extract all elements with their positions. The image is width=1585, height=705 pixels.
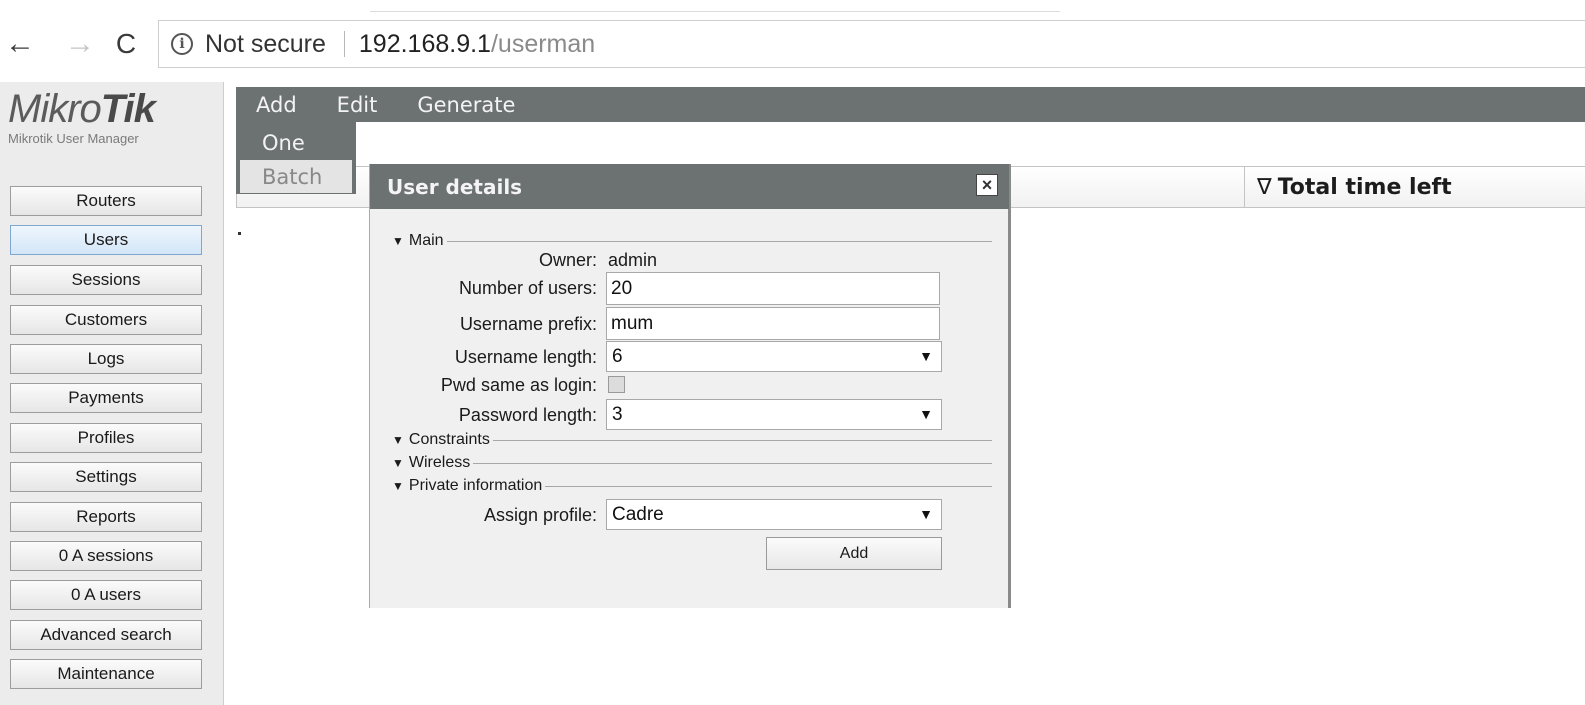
triangle-down-icon: ▼: [392, 234, 404, 248]
password-length-value: 3: [612, 403, 623, 425]
menu-edit[interactable]: Edit: [317, 87, 398, 122]
assign-profile-select[interactable]: Cadre ▼: [606, 499, 942, 530]
pwd-same-as-login-label: Pwd same as login:: [440, 375, 597, 395]
number-of-users-input[interactable]: 20: [606, 272, 940, 305]
owner-label: Owner:: [538, 250, 597, 270]
dropdown-item-one[interactable]: One: [240, 126, 352, 159]
section-constraints[interactable]: ▼ Constraints: [392, 431, 992, 449]
logo-bold-text: Tik: [100, 87, 156, 131]
sidebar-item-reports[interactable]: Reports: [10, 502, 202, 532]
section-rule: [545, 485, 992, 487]
reload-icon[interactable]: C: [108, 26, 144, 62]
sidebar-item-payments[interactable]: Payments: [10, 383, 202, 413]
sidebar: MikroTik Mikrotik User Manager Routers U…: [0, 82, 224, 705]
menu-add[interactable]: Add: [236, 87, 317, 122]
password-length-select[interactable]: 3 ▼: [606, 399, 942, 430]
dropdown-arrow-icon: ▼: [919, 406, 933, 422]
dropdown-arrow-icon: ▼: [919, 506, 933, 522]
username-prefix-input[interactable]: mum: [606, 307, 940, 340]
section-private-information[interactable]: ▼ Private information: [392, 477, 992, 495]
sidebar-item-active-sessions[interactable]: 0 A sessions: [10, 541, 202, 571]
pwd-same-as-login-checkbox[interactable]: [608, 376, 625, 393]
username-length-value: 6: [612, 345, 623, 367]
assign-profile-label: Assign profile:: [483, 505, 597, 525]
triangle-down-icon: ▼: [392, 479, 404, 493]
owner-value: admin: [608, 250, 658, 270]
user-details-dialog: User details × ▼ Main Owner: admin Numbe…: [369, 164, 1011, 608]
dialog-title: User details: [370, 164, 1009, 209]
address-bar[interactable]: i Not secure 192.168.9.1 /userman: [158, 20, 1585, 68]
section-wireless[interactable]: ▼ Wireless: [392, 454, 992, 472]
back-arrow-icon[interactable]: ←: [2, 26, 38, 62]
forward-arrow-icon[interactable]: →: [62, 26, 98, 62]
section-constraints-label: Constraints: [408, 431, 490, 448]
sidebar-item-profiles[interactable]: Profiles: [10, 423, 202, 453]
table-marker: [238, 232, 241, 235]
section-main-label: Main: [408, 232, 444, 249]
username-length-select[interactable]: 6 ▼: [606, 341, 942, 372]
sidebar-item-users[interactable]: Users: [10, 225, 202, 255]
browser-toolbar: ← → C i Not secure 192.168.9.1 /userman: [0, 0, 1585, 82]
number-of-users-label: Number of users:: [458, 278, 597, 298]
dropdown-arrow-icon: ▼: [919, 348, 933, 364]
add-button[interactable]: Add: [766, 537, 942, 570]
assign-profile-value: Cadre: [612, 503, 664, 525]
section-rule: [492, 439, 992, 441]
sidebar-item-sessions[interactable]: Sessions: [10, 265, 202, 295]
sidebar-item-settings[interactable]: Settings: [10, 462, 202, 492]
password-length-label: Password length:: [458, 405, 597, 425]
section-rule: [446, 240, 992, 242]
section-private-information-label: Private information: [408, 477, 543, 494]
sidebar-item-routers[interactable]: Routers: [10, 186, 202, 216]
sort-triangle-icon: ∇: [1257, 174, 1272, 200]
triangle-down-icon: ▼: [392, 456, 404, 470]
sidebar-item-advanced-search[interactable]: Advanced search: [10, 620, 202, 650]
menubar: Add Edit Generate: [236, 87, 1585, 122]
sidebar-item-logs[interactable]: Logs: [10, 344, 202, 374]
menu-generate[interactable]: Generate: [397, 87, 535, 122]
tab-strip-edge: [370, 0, 1060, 12]
section-rule: [473, 462, 992, 464]
url-path: /userman: [490, 29, 596, 58]
section-main[interactable]: ▼ Main: [392, 232, 992, 250]
sidebar-item-maintenance[interactable]: Maintenance: [10, 659, 202, 689]
column-header-total-time-left[interactable]: ∇ Total time left: [1244, 167, 1585, 207]
security-label: Not secure: [205, 29, 326, 58]
close-icon[interactable]: ×: [976, 174, 998, 196]
username-length-label: Username length:: [454, 347, 597, 367]
sidebar-item-active-users[interactable]: 0 A users: [10, 580, 202, 610]
add-dropdown-menu: One Batch: [236, 122, 356, 194]
triangle-down-icon: ▼: [392, 433, 404, 447]
brand: MikroTik Mikrotik User Manager: [8, 88, 208, 146]
username-prefix-label: Username prefix:: [459, 314, 597, 334]
column-title: Total time left: [1277, 174, 1452, 200]
address-divider: [343, 31, 345, 57]
mikrotik-logo: MikroTik: [8, 88, 208, 130]
url-host: 192.168.9.1: [358, 29, 491, 58]
brand-subtitle: Mikrotik User Manager: [8, 131, 139, 146]
info-icon[interactable]: i: [171, 33, 193, 55]
section-wireless-label: Wireless: [408, 454, 471, 471]
logo-light-text: Mikro: [8, 87, 102, 131]
dropdown-item-batch[interactable]: Batch: [240, 160, 352, 193]
sidebar-item-customers[interactable]: Customers: [10, 305, 202, 335]
